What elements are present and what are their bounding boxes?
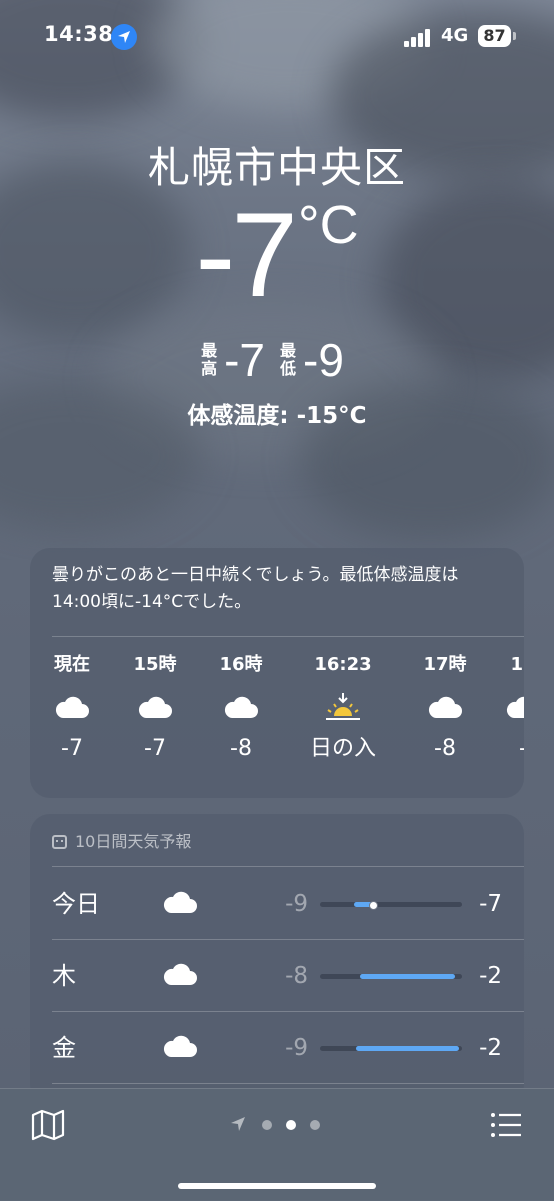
day-label: 木 <box>52 962 76 990</box>
temp-range-bar <box>320 974 462 979</box>
hour-item: 16時 -8 <box>196 650 286 764</box>
temp-range-fill <box>359 974 455 979</box>
day-high: -7 <box>479 891 502 917</box>
hour-temp: -8 <box>434 736 456 761</box>
cellular-signal-icon <box>404 27 434 47</box>
day-high: -2 <box>479 963 502 989</box>
day-high: -2 <box>479 1035 502 1061</box>
page-dot <box>310 1120 320 1130</box>
hour-label: 16時 <box>219 654 263 675</box>
temp-range-bar <box>320 901 462 910</box>
cloud-icon <box>138 696 172 718</box>
divider <box>52 1083 524 1084</box>
low-label: 最低 <box>279 341 296 378</box>
daily-forecast-card[interactable]: 10日間天気予報 今日 -9 -7 木 -8 -2 金 -9 -2 <box>30 814 524 1104</box>
hourly-scroller[interactable]: 現在 -7 15時 -7 16時 -8 16:23 日の入 17時 -8 1 <box>30 650 524 790</box>
cloud-icon <box>163 891 197 913</box>
daily-row[interactable]: 金 -9 -2 <box>30 1012 524 1084</box>
day-low: -8 <box>285 963 308 989</box>
location-arrow-icon <box>111 24 137 50</box>
daily-row[interactable]: 今日 -9 -7 <box>30 868 524 940</box>
day-low: -9 <box>285 1035 308 1061</box>
cloud-icon <box>163 1035 197 1057</box>
hourly-forecast-card[interactable]: 曇りがこのあと一日中続くでしょう。最低体感温度は14:00頃に-14°Cでした。… <box>30 548 524 798</box>
hour-item: 15時 -7 <box>110 650 200 764</box>
day-label: 今日 <box>52 890 100 918</box>
hour-label: 18 <box>510 654 524 675</box>
sunset-icon <box>326 693 360 720</box>
status-time: 14:38 <box>44 22 114 46</box>
high-temp: -7 <box>224 334 265 386</box>
temperature-unit: °C <box>298 195 359 255</box>
bottom-toolbar <box>0 1088 554 1201</box>
page-indicator[interactable] <box>228 1115 328 1135</box>
location-page-icon <box>231 1117 245 1131</box>
high-label: 最高 <box>201 341 218 378</box>
feels-like: 体感温度: -15°C <box>187 403 367 429</box>
day-low: -9 <box>285 891 308 917</box>
hour-label: 15時 <box>133 654 177 675</box>
day-label: 金 <box>52 1034 76 1062</box>
battery-level: 87 <box>483 26 506 45</box>
hour-label: 現在 <box>54 654 90 675</box>
temperature-value: -7 <box>195 188 298 322</box>
page-dot <box>262 1120 272 1130</box>
divider <box>52 866 524 867</box>
hour-label: 16:23 <box>314 654 372 675</box>
home-indicator <box>178 1183 376 1189</box>
battery-icon: 87 <box>478 25 511 47</box>
divider <box>52 636 524 637</box>
current-temp-marker <box>368 901 378 910</box>
hour-temp: - <box>478 734 524 764</box>
hour-temp: -7 <box>144 736 166 761</box>
daily-header: 10日間天気予報 <box>52 828 191 852</box>
hour-label: 17時 <box>423 654 467 675</box>
hour-temp: 日の入 <box>309 736 376 761</box>
cloud-icon <box>163 963 197 985</box>
temp-range-bar <box>320 1046 462 1051</box>
network-type: 4G <box>441 25 469 46</box>
hour-item: 18 - <box>478 650 524 764</box>
hour-temp: -7 <box>61 736 83 761</box>
high-low: 最高 -7 最低 -9 <box>0 333 554 387</box>
hour-item: 16:23 日の入 <box>298 650 388 764</box>
battery-tip <box>513 32 516 40</box>
low-temp: -9 <box>303 334 344 386</box>
hour-item: 現在 -7 <box>30 650 117 764</box>
status-bar: 14:38 4G 87 <box>0 0 554 72</box>
temp-range-fill <box>355 1046 460 1051</box>
cloud-icon <box>55 696 89 718</box>
current-temperature: -7°C <box>0 180 554 330</box>
map-icon[interactable] <box>30 1107 66 1143</box>
cloud-icon <box>224 696 258 718</box>
forecast-summary: 曇りがこのあと一日中続くでしょう。最低体感温度は14:00頃に-14°Cでした。 <box>52 565 459 612</box>
calendar-icon <box>52 835 67 849</box>
hour-item: 17時 -8 <box>400 650 490 764</box>
hour-temp: -8 <box>230 736 252 761</box>
page-dot-active <box>286 1120 296 1130</box>
daily-row[interactable]: 木 -8 -2 <box>30 940 524 1012</box>
cloud-icon <box>506 696 524 718</box>
list-icon[interactable] <box>488 1107 524 1143</box>
cloud-icon <box>428 696 462 718</box>
